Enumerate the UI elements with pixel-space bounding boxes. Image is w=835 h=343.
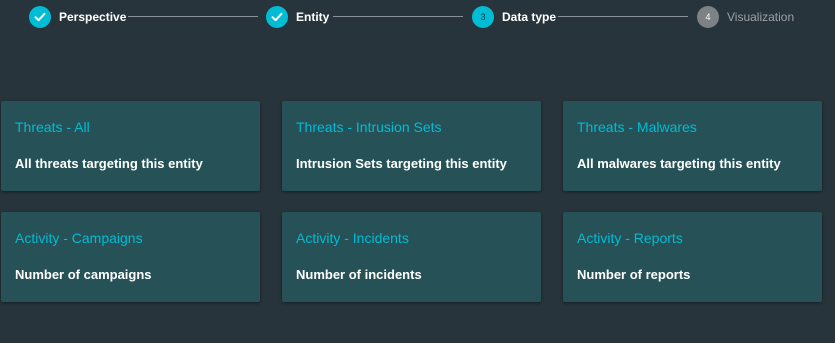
card-title: Activity - Incidents (296, 230, 409, 246)
step-data-type[interactable]: 3 Data type (472, 6, 556, 28)
step-number: 3 (480, 12, 486, 22)
card-description: Number of incidents (296, 267, 422, 282)
card-title: Activity - Campaigns (15, 230, 143, 246)
card-threats-malwares[interactable]: Threats - Malwares All malwares targetin… (563, 101, 822, 191)
card-description: Number of campaigns (15, 267, 152, 282)
card-activity-campaigns[interactable]: Activity - Campaigns Number of campaigns (1, 212, 260, 302)
step-connector (558, 16, 688, 17)
step-label: Entity (296, 10, 330, 24)
card-activity-reports[interactable]: Activity - Reports Number of reports (563, 212, 822, 302)
card-description: All threats targeting this entity (15, 156, 203, 171)
step-label: Visualization (727, 10, 795, 24)
step-entity[interactable]: Entity (266, 6, 329, 28)
card-threats-all[interactable]: Threats - All All threats targeting this… (1, 101, 260, 191)
step-perspective[interactable]: Perspective (29, 6, 126, 28)
step-connector (333, 16, 463, 17)
step-visualization: 4 Visualization (697, 6, 794, 28)
step-connector (128, 16, 258, 17)
step-number: 4 (705, 12, 711, 22)
step-number-badge: 3 (472, 6, 494, 28)
check-icon (29, 6, 51, 28)
check-icon (266, 6, 288, 28)
step-label: Perspective (59, 10, 127, 24)
card-title: Threats - Intrusion Sets (296, 119, 442, 135)
card-title: Activity - Reports (577, 230, 683, 246)
stepper: Perspective Entity 3 Data type 4 Visuali… (0, 0, 835, 34)
card-activity-incidents[interactable]: Activity - Incidents Number of incidents (282, 212, 541, 302)
card-description: All malwares targeting this entity (577, 156, 781, 171)
card-title: Threats - Malwares (577, 119, 697, 135)
step-number-badge: 4 (697, 6, 719, 28)
card-threats-intrusion-sets[interactable]: Threats - Intrusion Sets Intrusion Sets … (282, 101, 541, 191)
card-description: Intrusion Sets targeting this entity (296, 156, 507, 171)
card-description: Number of reports (577, 267, 691, 282)
card-title: Threats - All (15, 119, 90, 135)
step-label: Data type (502, 10, 557, 24)
